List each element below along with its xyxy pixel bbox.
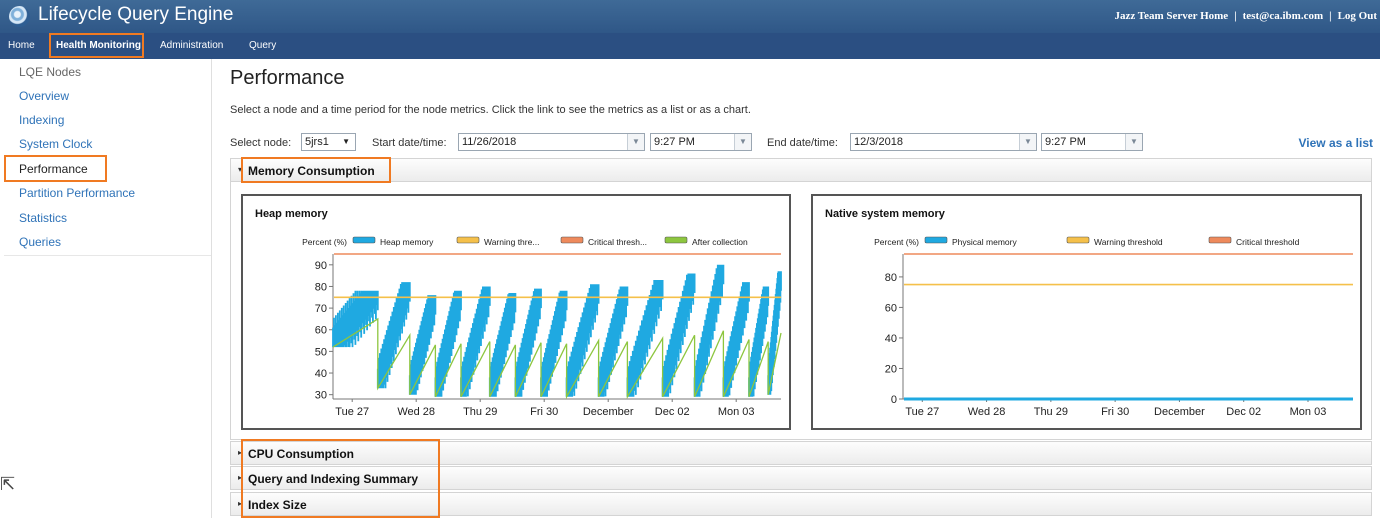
heap-memory-chart: Heap memory Percent (%) Heap memory Warning… bbox=[241, 194, 791, 430]
mouse-cursor-icon: ⇱ bbox=[0, 474, 16, 494]
user-link[interactable]: test@ca.ibm.com bbox=[1243, 10, 1324, 22]
legend-label: Heap memory bbox=[380, 237, 434, 247]
sidebar-item-statistics[interactable]: Statistics bbox=[19, 211, 67, 225]
native-memory-chart-svg: Native system memory Percent (%) Physical … bbox=[825, 208, 1353, 418]
app-title: Lifecycle Query Engine bbox=[38, 4, 234, 25]
start-date-label: Start date/time: bbox=[372, 137, 447, 149]
y-tick-label: 50 bbox=[315, 346, 327, 358]
x-tick-label: December bbox=[1154, 406, 1205, 418]
sidebar-divider bbox=[4, 255, 211, 256]
y-tick-label: 40 bbox=[885, 333, 897, 345]
nav-administration[interactable]: Administration bbox=[160, 33, 223, 59]
chevron-down-icon[interactable]: ▼ bbox=[627, 134, 644, 150]
node-select-value: 5jrs1 bbox=[305, 136, 329, 148]
x-tick-label: Dec 02 bbox=[655, 406, 690, 418]
legend-label: Warning threshold bbox=[1094, 237, 1163, 247]
y-tick-label: 70 bbox=[315, 303, 327, 315]
x-tick-label: Wed 28 bbox=[397, 406, 435, 418]
end-date-label: End date/time: bbox=[767, 137, 838, 149]
legend-swatch bbox=[1208, 236, 1232, 244]
y-tick-label: 60 bbox=[885, 302, 897, 314]
nav-bar: Home Health Monitoring Administration Qu… bbox=[0, 33, 1380, 59]
collapsed-sections-highlight-box bbox=[241, 439, 440, 518]
heap-memory-band bbox=[332, 264, 782, 397]
legend-swatch bbox=[352, 236, 376, 244]
legend-label: Critical threshold bbox=[1236, 237, 1300, 247]
nav-highlight-box bbox=[49, 33, 144, 58]
heap-memory-chart-svg: Heap memory Percent (%) Heap memory Warning… bbox=[255, 208, 782, 418]
x-tick-label: Thu 29 bbox=[463, 406, 497, 418]
end-date-input[interactable]: 12/3/2018 ▼ bbox=[850, 133, 1037, 151]
legend-label: Physical memory bbox=[952, 237, 1017, 247]
sidebar-item-lqe-nodes[interactable]: LQE Nodes bbox=[19, 65, 81, 79]
y-tick-label: 60 bbox=[315, 325, 327, 337]
native-memory-chart: Native system memory Percent (%) Physical … bbox=[811, 194, 1362, 430]
series-heap-memory bbox=[332, 264, 782, 397]
legend-swatch bbox=[924, 236, 948, 244]
y-tick-label: 40 bbox=[315, 368, 327, 380]
legend-label: Critical thresh... bbox=[588, 237, 647, 247]
sidebar-item-indexing[interactable]: Indexing bbox=[19, 113, 64, 127]
end-time-input[interactable]: 9:27 PM ▼ bbox=[1041, 133, 1143, 151]
x-tick-label: Mon 03 bbox=[1290, 406, 1327, 418]
chevron-down-icon[interactable]: ▼ bbox=[1125, 134, 1142, 150]
node-select[interactable]: 5jrs1 ▼ bbox=[301, 133, 356, 151]
legend-swatch bbox=[1066, 236, 1090, 244]
x-tick-label: Mon 03 bbox=[718, 406, 755, 418]
chevron-down-icon[interactable]: ▼ bbox=[1019, 134, 1036, 150]
legend-label: After collection bbox=[692, 237, 748, 247]
lqe-logo-icon bbox=[9, 6, 30, 27]
sidebar-item-system-clock[interactable]: System Clock bbox=[19, 137, 92, 151]
x-tick-label: Fri 30 bbox=[1101, 406, 1129, 418]
chart-title: Heap memory bbox=[255, 208, 329, 220]
x-tick-label: Dec 02 bbox=[1226, 406, 1261, 418]
legend-swatch bbox=[456, 236, 480, 244]
select-node-label: Select node: bbox=[230, 137, 292, 149]
nav-query[interactable]: Query bbox=[249, 33, 276, 59]
legend-label: Warning thre... bbox=[484, 237, 539, 247]
x-tick-label: Tue 27 bbox=[335, 406, 369, 418]
y-tick-label: 80 bbox=[885, 272, 897, 284]
start-time-input[interactable]: 9:27 PM ▼ bbox=[650, 133, 752, 151]
header-bar: Lifecycle Query Engine Jazz Team Server … bbox=[0, 0, 1380, 33]
y-axis-label: Percent (%) bbox=[302, 237, 347, 247]
y-tick-label: 80 bbox=[315, 281, 327, 293]
sidebar-item-queries[interactable]: Queries bbox=[19, 235, 61, 249]
start-date-input[interactable]: 11/26/2018 ▼ bbox=[458, 133, 645, 151]
view-as-list-link[interactable]: View as a list bbox=[1299, 136, 1374, 150]
nav-home[interactable]: Home bbox=[8, 33, 35, 59]
sidebar: LQE Nodes Overview Indexing System Clock… bbox=[0, 59, 212, 518]
page-title: Performance bbox=[230, 67, 345, 89]
y-tick-label: 20 bbox=[885, 363, 897, 375]
x-tick-label: Fri 30 bbox=[530, 406, 558, 418]
header-links: Jazz Team Server Home | test@ca.ibm.com | Lo… bbox=[1114, 10, 1377, 22]
section-memory-consumption[interactable]: ▾ Memory Consumption bbox=[230, 158, 1372, 182]
x-tick-label: Wed 28 bbox=[968, 406, 1006, 418]
dropdown-arrow-icon: ▼ bbox=[342, 137, 350, 146]
sidebar-highlight-box bbox=[4, 155, 107, 182]
jts-home-link[interactable]: Jazz Team Server Home bbox=[1114, 10, 1228, 22]
legend-swatch bbox=[560, 236, 584, 244]
chart-title: Native system memory bbox=[825, 208, 946, 220]
page-description: Select a node and a time period for the … bbox=[230, 104, 751, 116]
x-tick-label: December bbox=[583, 406, 634, 418]
y-tick-label: 0 bbox=[891, 394, 897, 406]
legend-swatch bbox=[664, 236, 688, 244]
y-tick-label: 30 bbox=[315, 390, 327, 402]
y-axis-label: Percent (%) bbox=[874, 237, 919, 247]
chevron-down-icon[interactable]: ▼ bbox=[734, 134, 751, 150]
x-tick-label: Thu 29 bbox=[1034, 406, 1068, 418]
logout-link[interactable]: Log Out bbox=[1338, 10, 1377, 22]
sidebar-item-partition-performance[interactable]: Partition Performance bbox=[19, 186, 135, 200]
y-tick-label: 90 bbox=[315, 260, 327, 272]
x-tick-label: Tue 27 bbox=[905, 406, 939, 418]
sidebar-item-overview[interactable]: Overview bbox=[19, 89, 69, 103]
memory-section-highlight-box bbox=[241, 157, 391, 183]
